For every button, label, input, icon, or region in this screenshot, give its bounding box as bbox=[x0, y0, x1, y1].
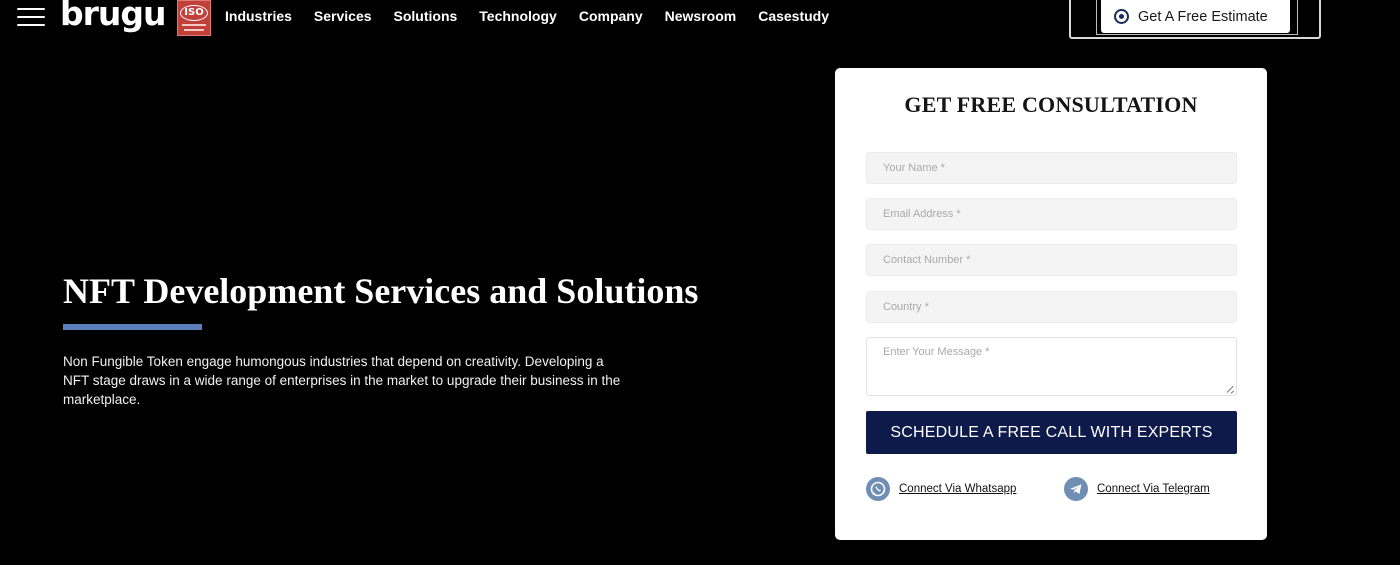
hamburger-line bbox=[17, 8, 45, 10]
nav-item-solutions[interactable]: Solutions bbox=[394, 8, 458, 24]
iso-certification-badge: ISO bbox=[177, 0, 211, 36]
connect-whatsapp-link[interactable]: Connect Via Whatsapp bbox=[866, 477, 1016, 501]
nav-item-newsroom[interactable]: Newsroom bbox=[665, 8, 737, 24]
iso-badge-stripe bbox=[182, 24, 206, 26]
hamburger-line bbox=[17, 16, 45, 18]
email-field[interactable] bbox=[866, 198, 1237, 230]
whatsapp-icon bbox=[866, 477, 890, 501]
iso-badge-stripe bbox=[184, 29, 204, 31]
textarea-resize-handle[interactable] bbox=[1227, 386, 1235, 394]
nav-item-technology[interactable]: Technology bbox=[479, 8, 557, 24]
telegram-icon bbox=[1064, 477, 1088, 501]
brand-logo[interactable]: brugu® bbox=[60, 0, 174, 33]
target-circle-icon bbox=[1114, 9, 1129, 24]
nav-item-services[interactable]: Services bbox=[314, 8, 372, 24]
country-field[interactable] bbox=[866, 291, 1237, 323]
get-free-estimate-label: Get A Free Estimate bbox=[1138, 8, 1268, 25]
name-field[interactable] bbox=[866, 152, 1237, 184]
form-title: GET FREE CONSULTATION bbox=[904, 92, 1198, 117]
hero-description: Non Fungible Token engage humongous indu… bbox=[63, 354, 621, 407]
main-nav: Industries Services Solutions Technology… bbox=[225, 8, 851, 24]
top-navigation-bar: brugu® ISO Industries Services Solutions… bbox=[0, 0, 1400, 39]
consultation-form-card: GET FREE CONSULTATION SCHEDULE A FREE CA… bbox=[835, 68, 1267, 540]
schedule-call-button[interactable]: SCHEDULE A FREE CALL WITH EXPERTS bbox=[866, 411, 1237, 454]
connect-telegram-label: Connect Via Telegram bbox=[1097, 483, 1210, 495]
hero-title-underline bbox=[63, 324, 202, 330]
nav-item-company[interactable]: Company bbox=[579, 8, 643, 24]
nav-item-casestudy[interactable]: Casestudy bbox=[758, 8, 829, 24]
hero-title: NFT Development Services and Solutions bbox=[63, 271, 699, 311]
message-field[interactable] bbox=[866, 337, 1237, 396]
contact-number-field[interactable] bbox=[866, 244, 1237, 276]
brand-logo-text: brugu bbox=[60, 0, 167, 33]
hamburger-line bbox=[17, 24, 45, 26]
iso-badge-text: ISO bbox=[180, 5, 208, 21]
get-free-estimate-button[interactable]: Get A Free Estimate bbox=[1101, 0, 1290, 33]
whatsapp-glyph bbox=[870, 481, 886, 497]
telegram-glyph bbox=[1070, 484, 1082, 494]
connect-telegram-link[interactable]: Connect Via Telegram bbox=[1064, 477, 1210, 501]
nav-item-industries[interactable]: Industries bbox=[225, 8, 292, 24]
connect-whatsapp-label: Connect Via Whatsapp bbox=[899, 483, 1017, 495]
hamburger-menu-icon[interactable] bbox=[17, 6, 45, 26]
